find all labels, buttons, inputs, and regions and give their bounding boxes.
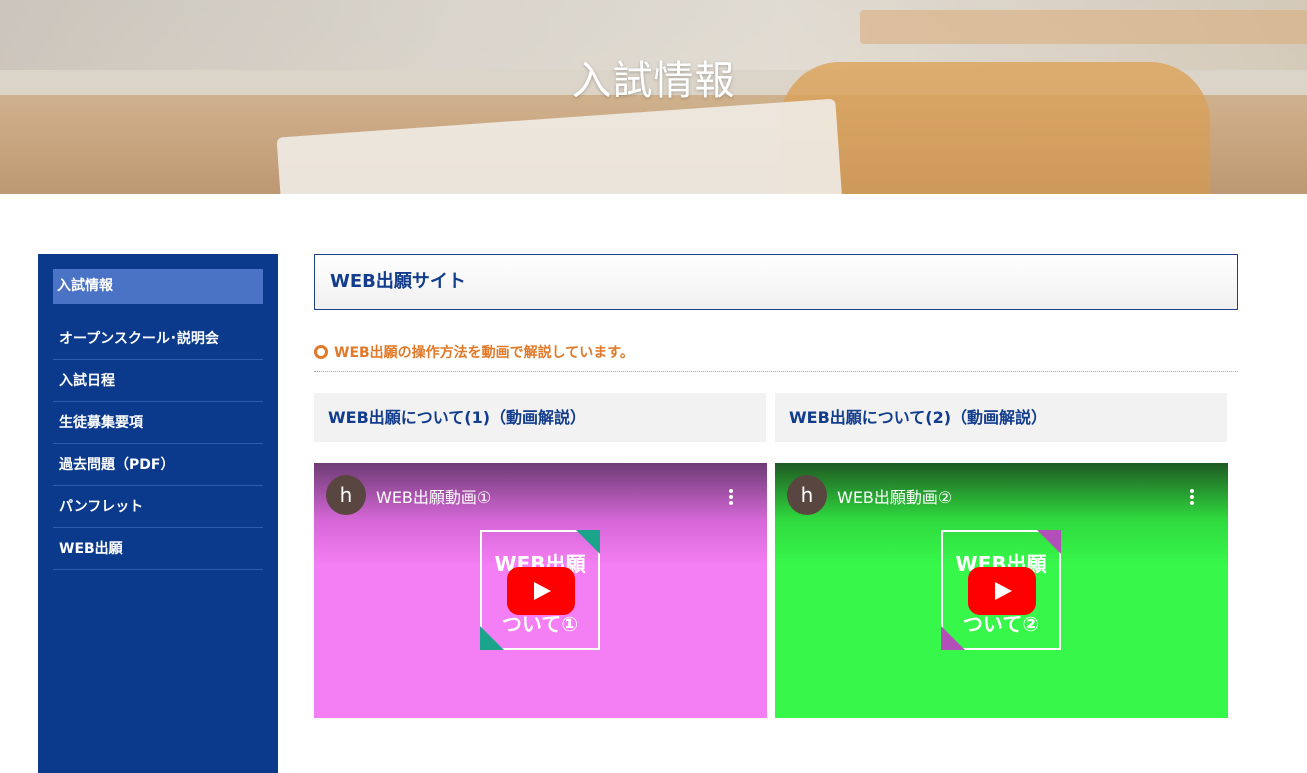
video-heading-2: WEB出願について(2)（動画解説） xyxy=(775,393,1227,442)
sidebar-item-web-application[interactable]: WEB出願 xyxy=(53,528,263,570)
sidebar-item-open-school[interactable]: オープンスクール･説明会 xyxy=(53,318,263,360)
sidebar-active-item[interactable]: 入試情報 xyxy=(53,269,263,304)
more-options-icon[interactable] xyxy=(1190,489,1194,507)
sidebar-item-guidelines[interactable]: 生徒募集要項 xyxy=(53,402,263,444)
video-title[interactable]: WEB出願動画② xyxy=(837,484,952,508)
circle-bullet-icon xyxy=(314,345,328,359)
play-button-icon[interactable] xyxy=(507,567,575,615)
sidebar-item-pamphlet[interactable]: パンフレット xyxy=(53,486,263,528)
intro-text: WEB出願の操作方法を動画で解説しています。 xyxy=(314,340,1238,372)
video-heading-1: WEB出願について(1)（動画解説） xyxy=(314,393,766,442)
channel-avatar[interactable]: h xyxy=(326,475,366,515)
intro-label: WEB出願の操作方法を動画で解説しています。 xyxy=(334,345,634,361)
video-player-2[interactable]: h WEB出願動画② WEB出願 ついて② xyxy=(775,463,1228,718)
sidebar-menu: オープンスクール･説明会 入試日程 生徒募集要項 過去問題（PDF） パンフレッ… xyxy=(53,318,263,570)
sidebar-item-schedule[interactable]: 入試日程 xyxy=(53,360,263,402)
sidebar: 入試情報 オープンスクール･説明会 入試日程 生徒募集要項 過去問題（PDF） … xyxy=(38,254,278,773)
section-heading: WEB出願サイト xyxy=(314,254,1238,310)
hero-banner: 入試情報 xyxy=(0,0,1307,194)
play-button-icon[interactable] xyxy=(968,567,1036,615)
more-options-icon[interactable] xyxy=(729,489,733,507)
channel-avatar[interactable]: h xyxy=(787,475,827,515)
sidebar-item-past-exams[interactable]: 過去問題（PDF） xyxy=(53,444,263,486)
video-title[interactable]: WEB出願動画① xyxy=(376,484,491,508)
video-player-1[interactable]: h WEB出願動画① WEB出願 ついて① xyxy=(314,463,767,718)
page-title: 入試情報 xyxy=(571,58,736,104)
